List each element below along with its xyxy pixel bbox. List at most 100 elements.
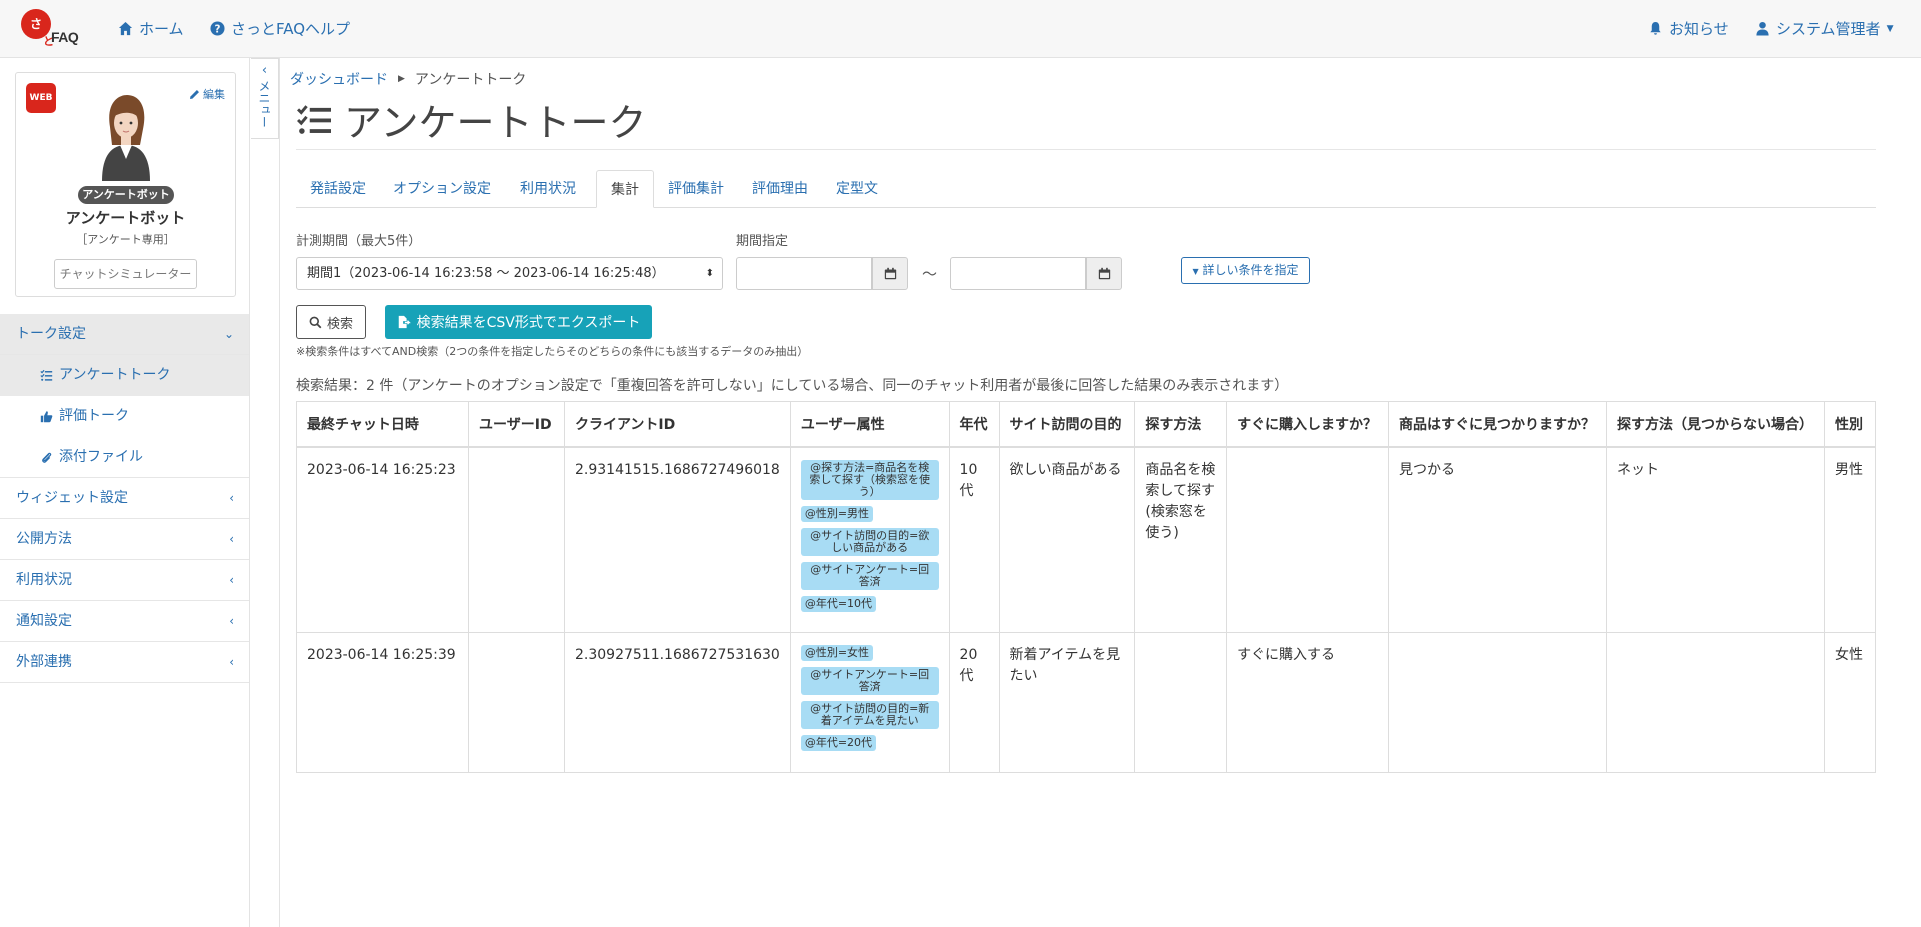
tab-bar: 発話設定 オプション設定 利用状況 集計 評価集計 評価理由 定型文 xyxy=(296,170,1876,208)
sidebar-item-talk-settings[interactable]: トーク設定 ⌄ xyxy=(0,314,249,355)
tab-eval-aggregate[interactable]: 評価集計 xyxy=(654,170,738,208)
cell-user-id xyxy=(468,632,565,773)
edit-bot-link[interactable]: 編集 xyxy=(189,86,225,102)
export-csv-button[interactable]: 検索結果をCSV形式でエクスポート xyxy=(385,305,652,339)
sidebar-subitem-survey-talk[interactable]: アンケートトーク xyxy=(0,355,249,396)
list-check-icon xyxy=(40,369,53,381)
caret-down-icon: ▼ xyxy=(1886,23,1894,34)
sidebar-item-usage[interactable]: 利用状況 ‹ xyxy=(0,560,249,601)
sidebar-subitem-attachments[interactable]: 添付ファイル xyxy=(0,437,249,478)
nav-home-link[interactable]: ホーム xyxy=(118,18,184,39)
nav-help-link[interactable]: ? さっとFAQヘルプ xyxy=(210,18,350,39)
search-note: ※検索条件はすべてAND検索（2つの条件を指定したらそのどちらの条件にも該当する… xyxy=(296,345,809,358)
menu-toggle-button[interactable]: ‹ メニュー xyxy=(251,58,279,139)
sidebar-item-notify[interactable]: 通知設定 ‹ xyxy=(0,601,249,642)
top-navbar: さ と FAQ ホーム ? さっとFAQヘルプ お知らせ システム管理者 ▼ xyxy=(0,0,1921,58)
list-check-icon xyxy=(297,104,331,134)
tab-eval-reason[interactable]: 評価理由 xyxy=(738,170,822,208)
bot-subtitle: ［アンケート専用］ xyxy=(76,233,175,246)
nav-notify-link[interactable]: お知らせ xyxy=(1648,18,1729,39)
attribute-tag: @サイトアンケート=回答済 xyxy=(800,561,939,590)
file-export-icon xyxy=(398,315,411,329)
end-date-input[interactable] xyxy=(950,257,1086,290)
nav-user-menu[interactable]: システム管理者 ▼ xyxy=(1755,18,1893,39)
cell-buy-now xyxy=(1226,446,1390,633)
column-header[interactable]: 性別 xyxy=(1823,401,1877,448)
tab-speech-settings[interactable]: 発話設定 xyxy=(296,170,380,208)
chevron-down-icon: ⌄ xyxy=(223,327,234,341)
column-header[interactable]: 商品はすぐに見つかりますか？ xyxy=(1388,401,1607,448)
period-select[interactable]: 期間1（2023-06-14 16:23:58 〜 2023-06-14 16:… xyxy=(296,257,723,290)
search-button[interactable]: 検索 xyxy=(296,305,366,339)
attribute-tag: @サイトアンケート=回答済 xyxy=(800,667,939,695)
cell-purpose: 欲しい商品がある xyxy=(998,446,1136,633)
column-header[interactable]: 探す方法（見つからない場合） xyxy=(1606,401,1825,448)
page-title: アンケートトーク xyxy=(296,92,646,147)
chevron-left-icon: ‹ xyxy=(261,63,268,78)
paperclip-icon xyxy=(42,452,52,463)
cell-client-id: 2.30927511.1686727531630 xyxy=(563,632,791,773)
tab-usage[interactable]: 利用状況 xyxy=(504,170,592,208)
cell-purpose: 新着アイテムを見たい xyxy=(998,632,1136,773)
cell-method-not-found xyxy=(1606,632,1825,773)
tab-aggregate[interactable]: 集計 xyxy=(596,170,654,208)
content-divider xyxy=(279,58,280,927)
cell-datetime: 2023-06-14 16:25:39 xyxy=(295,632,470,773)
attribute-tag: @サイト訪問の目的=欲しい商品がある xyxy=(800,527,939,556)
sidebar-item-external[interactable]: 外部連携 ‹ xyxy=(0,642,249,683)
sidebar-item-widget[interactable]: ウィジェット設定 ‹ xyxy=(0,478,249,519)
calendar-icon xyxy=(884,267,896,280)
column-header[interactable]: サイト訪問の目的 xyxy=(998,401,1136,448)
cell-buy-now: すぐに購入する xyxy=(1226,632,1390,773)
tab-option-settings[interactable]: オプション設定 xyxy=(380,170,504,208)
attribute-tag: @サイト訪問の目的=新着アイテムを見たい xyxy=(800,701,939,729)
range-separator: 〜 xyxy=(922,265,938,283)
app-logo[interactable]: さ と FAQ xyxy=(21,9,87,49)
column-header[interactable]: 最終チャット日時 xyxy=(295,401,470,448)
sort-caret-icon: ⬍ xyxy=(705,268,714,279)
chevron-left-icon: ‹ xyxy=(229,655,234,669)
column-header[interactable]: ユーザーID xyxy=(468,401,565,448)
cell-method-not-found: ネット xyxy=(1606,446,1825,633)
calendar-icon xyxy=(1098,267,1110,280)
column-header[interactable]: クライアントID xyxy=(563,401,791,448)
cell-gender: 男性 xyxy=(1823,446,1877,633)
bot-name: アンケートボット xyxy=(65,209,186,227)
caret-down-icon: ▼ xyxy=(1192,267,1199,276)
range-label: 期間指定 xyxy=(736,234,789,249)
start-date-picker-button[interactable] xyxy=(872,257,908,290)
chat-simulator-button[interactable]: チャットシミュレーター xyxy=(54,259,197,289)
chevron-left-icon: ‹ xyxy=(229,573,234,587)
cell-find: 見つかる xyxy=(1388,446,1607,633)
attribute-tag: @年代=10代 xyxy=(800,595,877,612)
caret-right-icon: ▶ xyxy=(398,74,405,84)
cell-user-attributes: @性別=女性 @サイトアンケート=回答済 @サイト訪問の目的=新着アイテムを見た… xyxy=(789,632,950,773)
svg-text:?: ? xyxy=(215,23,221,35)
sidebar-item-publish[interactable]: 公開方法 ‹ xyxy=(0,519,249,560)
column-header[interactable]: すぐに購入しますか？ xyxy=(1226,401,1390,448)
attribute-tag: @性別=男性 xyxy=(800,505,874,522)
table-row: 2023-06-14 16:25:39 2.30927511.168672753… xyxy=(295,632,1877,773)
question-circle-icon: ? xyxy=(210,21,225,36)
detail-conditions-button[interactable]: ▼ 詳しい条件を指定 xyxy=(1181,257,1310,284)
bot-type-tag: アンケートボット xyxy=(78,186,174,204)
pencil-icon xyxy=(190,89,199,99)
thumbs-up-icon xyxy=(40,411,53,423)
search-icon xyxy=(309,316,322,328)
column-header[interactable]: ユーザー属性 xyxy=(789,401,950,448)
tab-template[interactable]: 定型文 xyxy=(822,170,892,208)
column-header[interactable]: 年代 xyxy=(948,401,1000,448)
sidebar-menu: トーク設定 ⌄ アンケートトーク 評価トーク 添付ファイル ウィジェット設定 ‹… xyxy=(0,314,249,683)
end-date-picker-button[interactable] xyxy=(1086,257,1122,290)
sidebar-subitem-eval-talk[interactable]: 評価トーク xyxy=(0,396,249,437)
sidebar: WEB 編集 アンケートボット アンケートボット ［アンケート専用］ チャットシ… xyxy=(0,58,250,927)
breadcrumb-dashboard-link[interactable]: ダッシュボード xyxy=(290,69,388,89)
results-table: 最終チャット日時 ユーザーID クライアントID ユーザー属性 年代 サイト訪問… xyxy=(295,401,1877,773)
start-date-input[interactable] xyxy=(736,257,872,290)
breadcrumb-current: アンケートトーク xyxy=(414,72,527,88)
cell-age: 10代 xyxy=(948,446,1000,633)
cell-user-attributes: @探す方法=商品名を検索して探す（検索窓を使う） @性別=男性 @サイト訪問の目… xyxy=(789,446,950,633)
chevron-left-icon: ‹ xyxy=(229,614,234,628)
bell-icon xyxy=(1650,21,1661,35)
column-header[interactable]: 探す方法 xyxy=(1134,401,1228,448)
